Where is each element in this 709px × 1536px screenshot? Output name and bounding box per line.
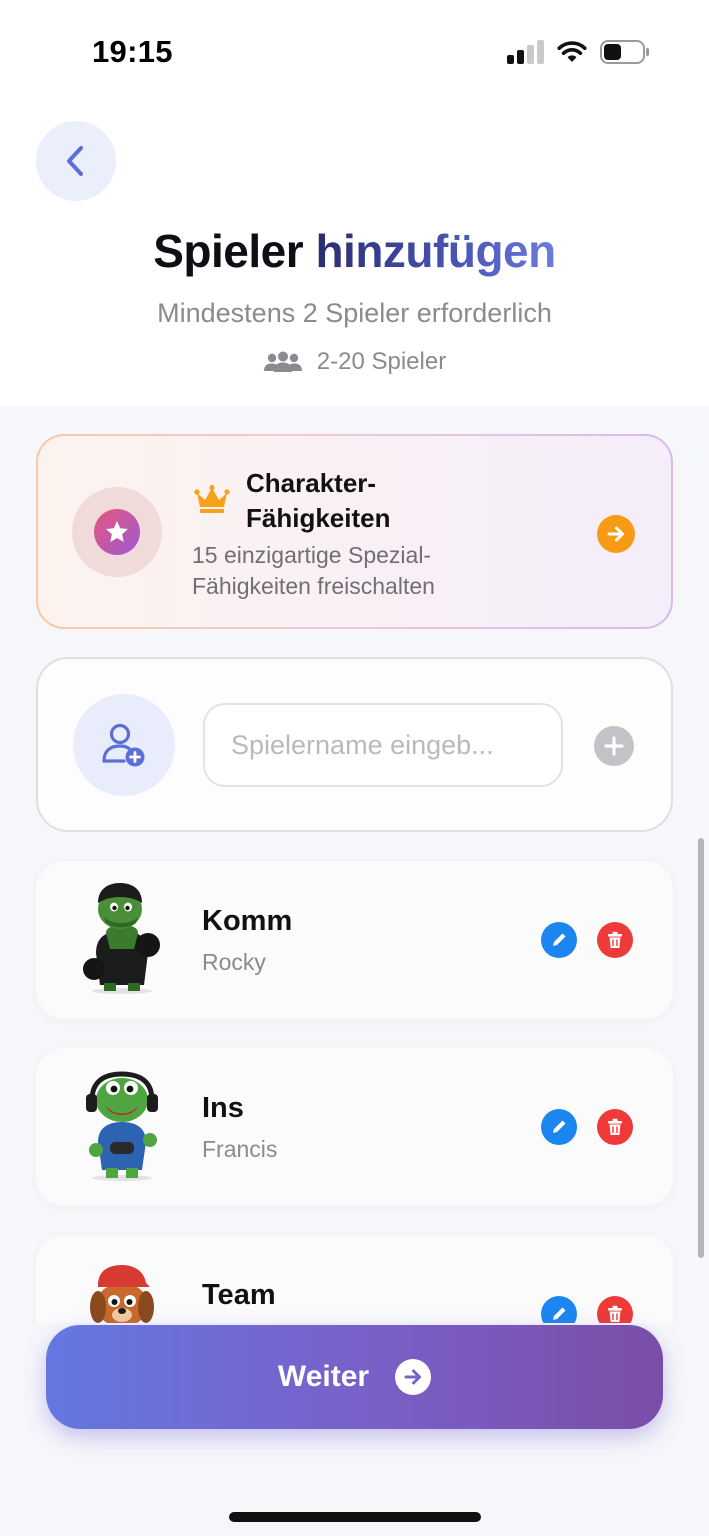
edit-player-button[interactable] xyxy=(541,1109,577,1145)
delete-player-button[interactable] xyxy=(597,1109,633,1145)
plus-icon xyxy=(604,736,624,756)
add-player-button[interactable] xyxy=(594,726,634,766)
group-icon xyxy=(263,351,302,372)
abilities-open-button[interactable] xyxy=(597,515,635,553)
player-character: Rocky xyxy=(202,949,266,975)
trash-icon xyxy=(608,1118,622,1135)
page-title: Spieler hinzufügen xyxy=(0,224,709,278)
page-title-part2: hinzufügen xyxy=(315,225,556,277)
header: 19:15 Spieler hinzufügen Mindestens 2 Sp… xyxy=(0,0,709,406)
edit-player-button[interactable] xyxy=(541,922,577,958)
page-subtitle: Mindestens 2 Spieler erforderlich xyxy=(157,298,552,328)
add-player-card xyxy=(36,657,673,832)
gamer-frog-avatar xyxy=(86,1071,158,1181)
pencil-icon xyxy=(553,933,566,946)
abilities-title: Charakter-Fähigkeiten xyxy=(246,468,391,533)
player-character: Francis xyxy=(202,1136,278,1162)
character-abilities-card[interactable]: Charakter-Fähigkeiten 15 einzigartige Sp… xyxy=(36,434,673,629)
player-name: Komm xyxy=(202,905,293,937)
player-card[interactable]: Komm Rocky xyxy=(36,861,673,1019)
back-button[interactable] xyxy=(36,121,116,201)
player-card[interactable]: Ins Francis xyxy=(36,1048,673,1206)
pencil-icon xyxy=(553,1120,566,1133)
star-icon xyxy=(106,521,128,542)
status-time: 19:15 xyxy=(92,34,173,69)
arrow-right-icon xyxy=(607,526,624,542)
trash-icon xyxy=(608,931,622,948)
crown-icon xyxy=(194,484,230,513)
home-indicator[interactable] xyxy=(229,1512,481,1522)
scrollbar[interactable] xyxy=(698,838,704,1258)
player-name: Ins xyxy=(202,1092,244,1124)
page-title-part1: Spieler xyxy=(153,225,304,277)
cellular-signal-icon xyxy=(507,40,545,64)
trash-icon xyxy=(608,1305,622,1322)
chevron-left-icon xyxy=(67,146,83,176)
abilities-badge xyxy=(72,487,162,577)
add-player-avatar xyxy=(73,694,175,796)
battery-icon xyxy=(600,40,649,64)
player-name: Team xyxy=(202,1279,276,1311)
player-range: 2-20 Spieler xyxy=(0,348,709,376)
continue-button[interactable]: Weiter xyxy=(46,1325,663,1429)
user-plus-icon xyxy=(102,723,145,767)
boxer-crocodile-avatar xyxy=(83,883,160,994)
player-range-label: 2-20 Spieler xyxy=(316,348,447,375)
wifi-icon xyxy=(557,41,587,62)
arrow-right-circle-icon xyxy=(395,1359,432,1395)
abilities-description: 15 einzigartige Spezial-Fähigkeiten frei… xyxy=(192,542,435,599)
delete-player-button[interactable] xyxy=(597,922,633,958)
continue-label: Weiter xyxy=(277,1360,370,1393)
player-name-input[interactable] xyxy=(203,703,563,787)
pencil-icon xyxy=(553,1307,566,1320)
